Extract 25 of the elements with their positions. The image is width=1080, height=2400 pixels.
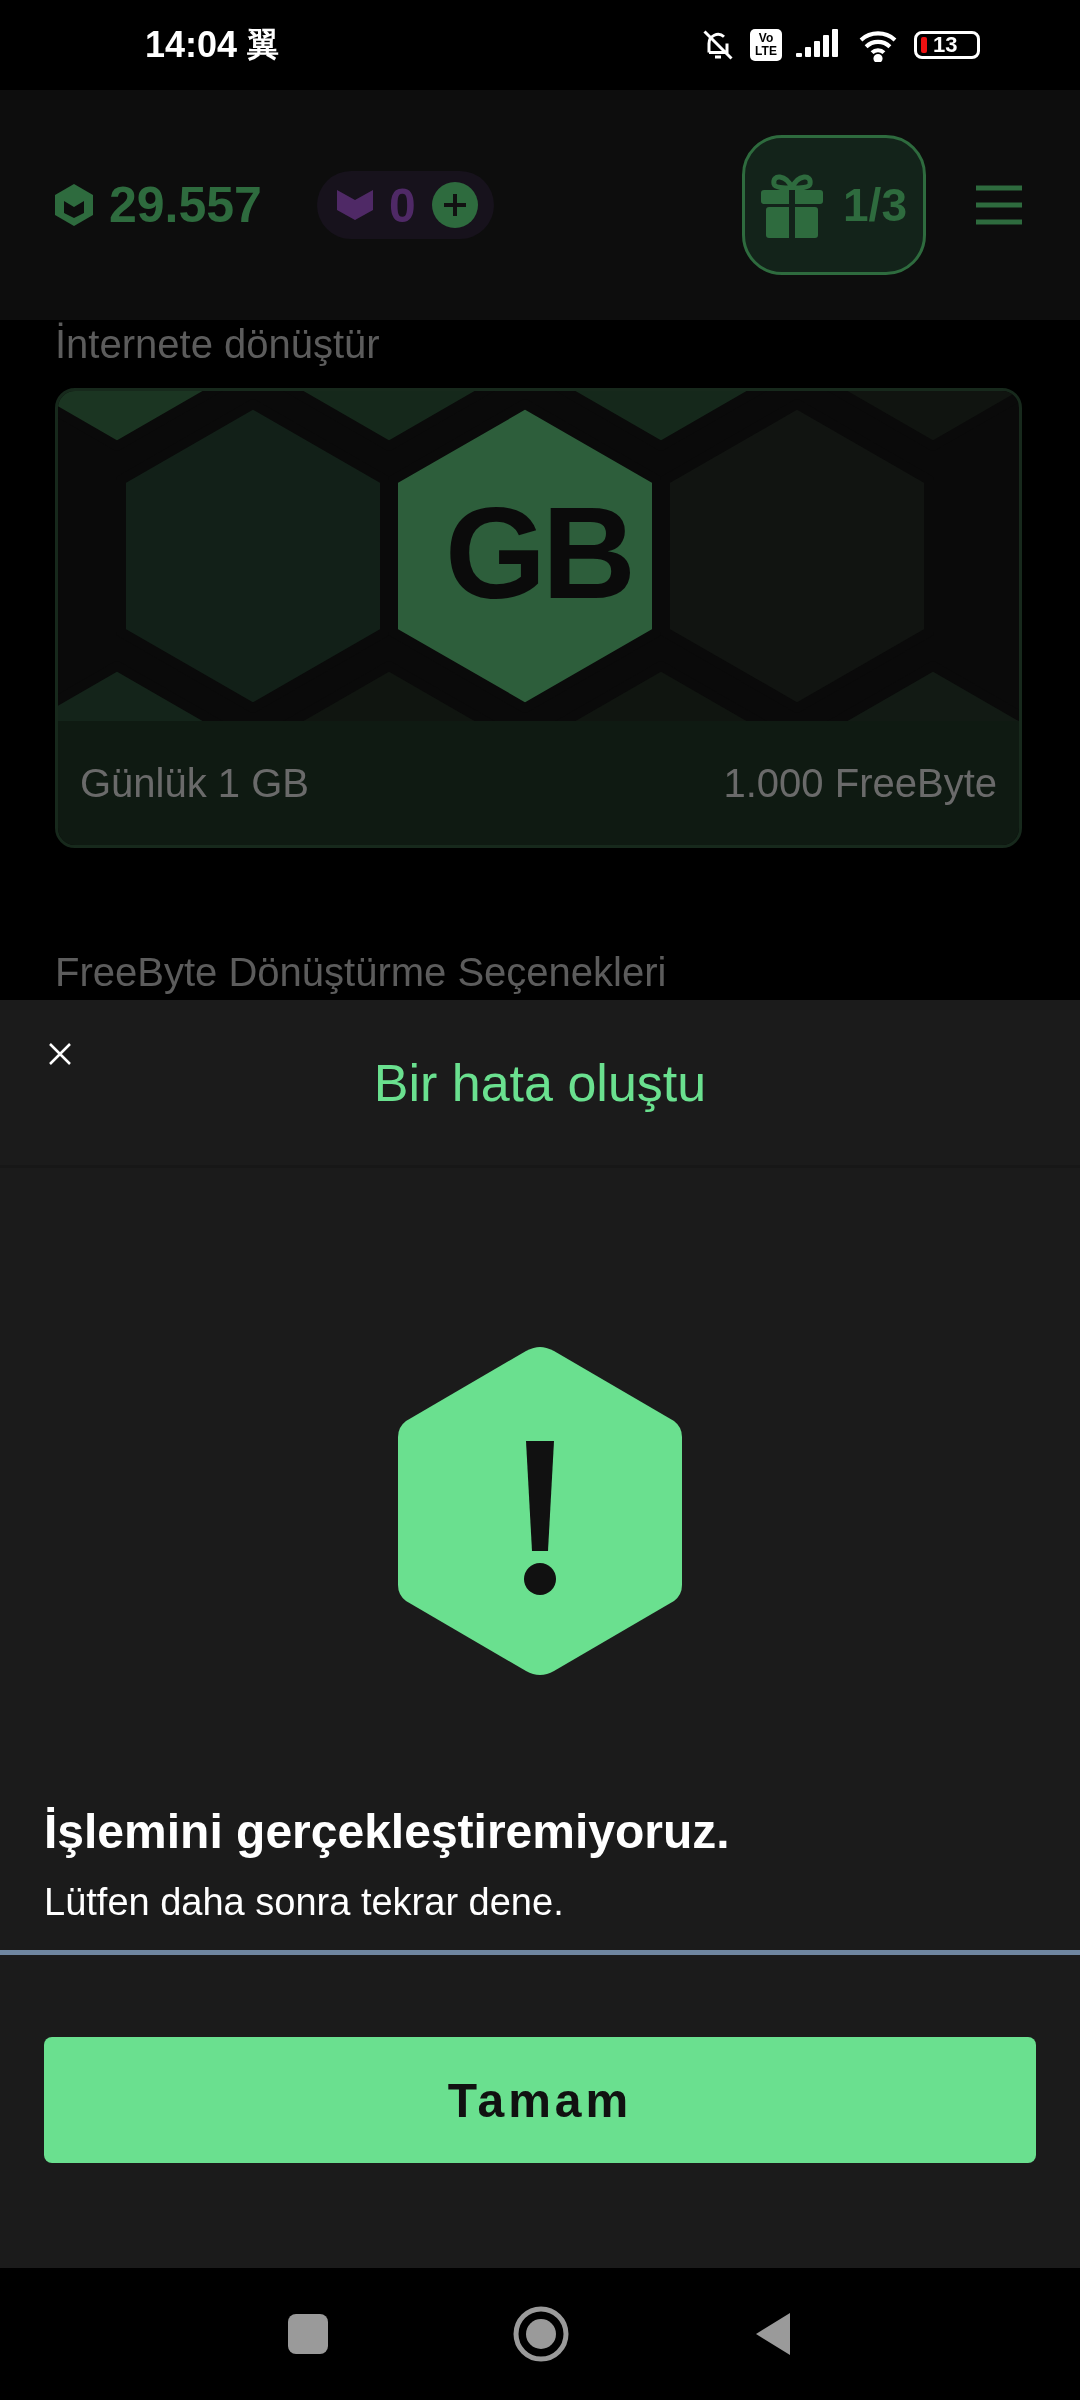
clock-time: 14:04 [145,24,238,66]
card-badge-text: GB [445,483,632,623]
balance-amount: 29.557 [109,176,262,234]
volte-badge: Vo LTE [750,29,782,61]
ok-button[interactable]: Tamam [44,2037,1036,2163]
recents-icon[interactable] [288,2314,328,2354]
error-heading: İşlemini gerçekleştiremiyoruz. [44,1804,731,1859]
back-icon[interactable] [754,2311,792,2357]
add-icon[interactable] [431,182,478,228]
shield-icon [336,190,373,220]
section-title: FreeByte Dönüştürme Seçenekleri [55,949,668,996]
cube-icon [55,184,93,226]
gift-icon [761,172,823,238]
plan-price: 1.000 FreeByte [723,760,997,806]
carrier-glyph: 翼 [247,25,280,64]
plan-name: Günlük 1 GB [80,760,309,806]
offer-card[interactable]: GB Günlük 1 GB 1.000 FreeByte [55,388,1022,848]
battery-indicator: 13 [914,31,980,59]
menu-icon[interactable] [976,185,1022,225]
dialog-title: Bir hata oluştu [373,1052,707,1113]
error-message: Lütfen daha sonra tekrar dene. [44,1881,565,1924]
token-count: 0 [388,177,416,233]
gift-button[interactable]: 1/3 [742,135,926,275]
home-icon[interactable] [513,2306,569,2362]
section-title: İnternete dönüştür [55,321,381,368]
